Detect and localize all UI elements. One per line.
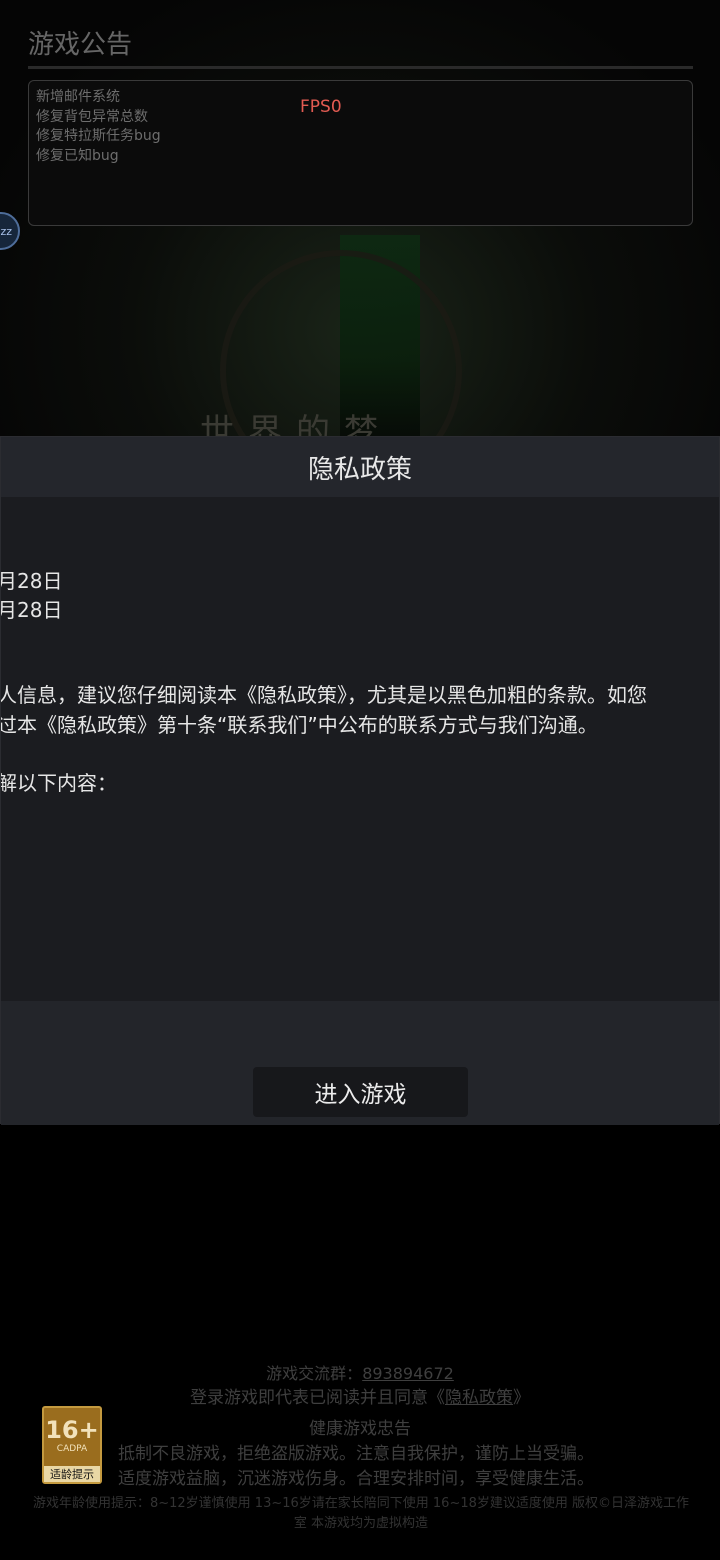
qq-group-line: 游戏交流群：893894672: [0, 1360, 720, 1384]
health-advice-line: 抵制不良游戏，拒绝盗版游戏。注意自我保护，谨防上当受骗。: [118, 1444, 594, 1464]
enter-game-button[interactable]: 进入游戏: [253, 1067, 468, 1117]
dialog-title: 隐私政策: [307, 454, 412, 485]
health-advice-title: 健康游戏忠告: [309, 1419, 411, 1439]
announcement-item: 修复特拉斯任务bug: [36, 128, 161, 144]
qq-group-number-link[interactable]: 893894672: [362, 1364, 454, 1383]
announcement-item: 新增邮件系统: [36, 89, 120, 105]
policy-text-line: 月28日: [1, 569, 63, 593]
policy-text-line: 人信息，建议您仔细阅读本《隐私政策》，尤其是以黑色加粗的条款。如您: [1, 683, 647, 707]
privacy-policy-dialog: 隐私政策 月28日 月28日 人信息，建议您仔细阅读本《隐私政策》，尤其是以黑色…: [0, 436, 720, 1125]
policy-text-line: 月28日: [1, 598, 63, 622]
fps-counter: FPS0: [300, 97, 342, 117]
floating-button-label: zz: [0, 224, 12, 238]
login-agreement-prefix: 登录游戏即代表已阅读并且同意《: [190, 1388, 445, 1408]
privacy-policy-link[interactable]: 隐私政策: [445, 1388, 513, 1408]
login-agreement-line: 登录游戏即代表已阅读并且同意《隐私政策》: [0, 1383, 720, 1408]
dialog-header: 隐私政策: [1, 437, 719, 497]
announcement-title: 游戏公告: [28, 30, 133, 60]
policy-text-line: 过本《隐私政策》第十条“联系我们”中公布的联系方式与我们沟通。: [1, 713, 598, 737]
announcement-item: 修复已知bug: [36, 147, 119, 164]
privacy-policy-content[interactable]: 月28日 月28日 人信息，建议您仔细阅读本《隐私政策》，尤其是以黑色加粗的条款…: [1, 497, 719, 1001]
age-rating-tip: 适龄提示: [44, 1466, 100, 1482]
policy-text-line: 解以下内容：: [1, 771, 117, 795]
age-usage-copyright-notice: 游戏年龄使用提示：8~12岁谨慎使用 13~16岁请在家长陪同下使用 16~18…: [32, 1496, 690, 1531]
dialog-footer: 进入游戏: [1, 1001, 719, 1125]
login-agreement-suffix: 》: [513, 1388, 530, 1408]
age-rating-org: CADPA: [56, 1444, 88, 1454]
announcement-list: 新增邮件系统 修复背包异常总数 修复特拉斯任务bug 修复已知bug: [36, 88, 161, 166]
qq-group-label: 游戏交流群：: [266, 1364, 363, 1383]
announcement-divider: [28, 66, 693, 69]
health-advice-line: 适度游戏益脑，沉迷游戏伤身。合理安排时间，享受健康生活。: [118, 1469, 594, 1489]
announcement-item: 修复背包异常总数: [36, 108, 148, 125]
